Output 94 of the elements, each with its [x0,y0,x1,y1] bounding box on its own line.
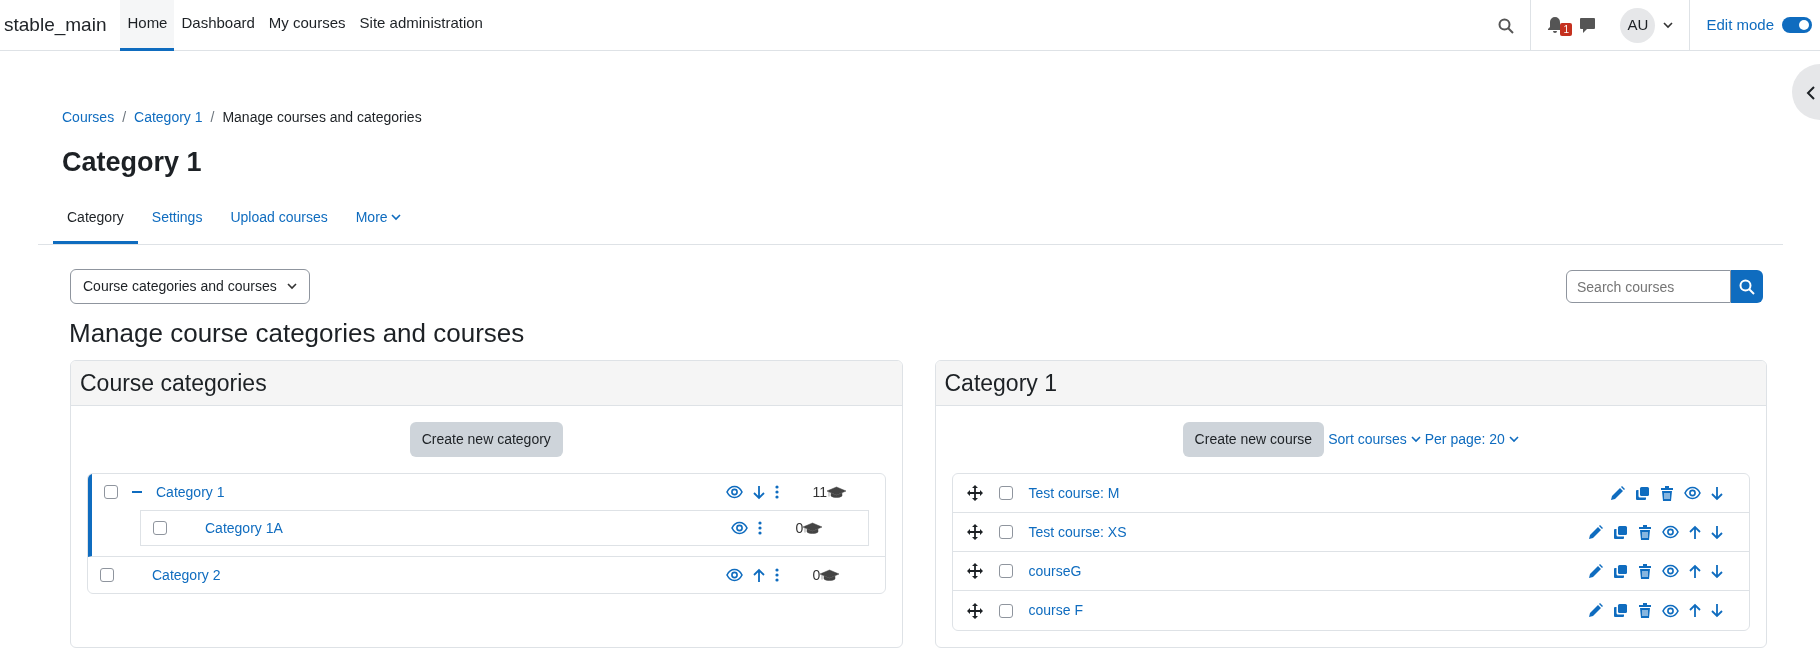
kebab-menu-icon[interactable] [774,568,779,583]
search-field[interactable]: Search courses [1566,270,1731,304]
site-name[interactable]: stable_main [0,10,121,40]
chat-icon[interactable] [1579,16,1597,34]
checkbox[interactable] [104,485,118,500]
category-link[interactable]: Category 1A [205,517,283,539]
nav-link[interactable]: Dashboard [174,0,262,51]
drawer-toggle-button[interactable] [1792,64,1820,120]
eye-icon[interactable] [1684,486,1701,501]
move-icon[interactable] [966,485,983,502]
trash-icon[interactable] [1638,563,1652,579]
graduation-cap-icon [803,521,823,535]
view-select[interactable]: Course categories and courses [70,269,310,305]
graduation-cap-icon [820,568,840,582]
nav-link[interactable]: Home [120,0,175,51]
section-heading: Manage course categories and courses [68,318,526,350]
course-count: 0 [795,518,804,538]
search-icon[interactable] [1739,278,1755,295]
caret-icon [1663,21,1674,29]
arrow-up-icon[interactable] [752,567,765,583]
edit-mode-label: Edit mode [1706,14,1774,35]
notification-count: 1 [1560,23,1572,36]
eye-icon[interactable] [1662,564,1679,579]
course-link[interactable]: Test course: XS [1028,521,1127,543]
eye-icon[interactable] [1662,603,1679,618]
course-link[interactable]: Test course: M [1028,482,1120,504]
pencil-icon[interactable] [1588,524,1603,540]
trash-icon[interactable] [1638,524,1652,540]
caret-icon [1508,436,1519,444]
per-page-menu[interactable]: Per page: 20 [1424,429,1519,451]
caret-icon [1410,436,1421,444]
caret-icon [286,283,297,291]
search-button[interactable] [1731,270,1763,304]
edit-mode-toggle[interactable] [1782,17,1812,33]
breadcrumb-link[interactable]: Courses [62,107,115,128]
trash-icon[interactable] [1638,603,1652,619]
copy-icon[interactable] [1635,485,1650,501]
create-category-button[interactable]: Create new category [409,422,563,458]
pencil-icon[interactable] [1610,485,1625,501]
tab[interactable]: More [341,194,415,245]
panel-title: Category 1 [935,360,1766,407]
kebab-menu-icon[interactable] [757,521,762,536]
eye-icon[interactable] [1662,525,1679,540]
arrow-down-icon[interactable] [1711,563,1723,579]
panel-title: Course categories [71,360,902,407]
checkbox[interactable] [998,564,1013,579]
category-link[interactable]: Category 1 [156,481,225,503]
eye-icon[interactable] [730,521,748,536]
arrow-down-icon[interactable] [1711,524,1723,540]
category-link[interactable]: Category 2 [152,564,221,586]
caret-icon [390,214,401,222]
sort-courses-menu[interactable]: Sort courses [1328,429,1421,451]
tab[interactable]: Upload courses [216,194,342,245]
checkbox[interactable] [998,486,1013,501]
nav-link[interactable]: My courses [261,0,353,51]
eye-icon[interactable] [725,485,743,500]
tab[interactable]: Category [53,194,138,245]
course-count: 0 [812,565,821,585]
copy-icon[interactable] [1613,603,1628,619]
arrow-up-icon[interactable] [1689,563,1701,579]
arrow-up-icon[interactable] [1689,603,1701,619]
page-title: Category 1 [61,146,203,179]
create-course-button[interactable]: Create new course [1182,422,1325,458]
chevron-left-icon [1805,85,1815,100]
copy-icon[interactable] [1613,524,1628,540]
copy-icon[interactable] [1613,563,1628,579]
search-icon[interactable] [1498,17,1515,34]
user-avatar[interactable]: AU [1620,7,1656,43]
checkbox[interactable] [998,603,1013,618]
arrow-down-icon[interactable] [1711,485,1723,501]
move-icon[interactable] [966,602,983,619]
course-count: 11 [812,482,828,502]
arrow-down-icon[interactable] [752,484,765,500]
checkbox[interactable] [998,525,1013,540]
trash-icon[interactable] [1660,485,1674,501]
breadcrumb-separator: / [122,108,127,127]
checkbox[interactable] [153,521,167,536]
course-link[interactable]: courseG [1028,560,1082,582]
checkbox[interactable] [100,568,114,583]
pencil-icon[interactable] [1588,563,1603,579]
course-link[interactable]: course F [1028,600,1083,622]
move-icon[interactable] [966,524,983,541]
breadcrumb-current: Manage courses and categories [222,108,422,127]
graduation-cap-icon [827,485,847,499]
tab[interactable]: Settings [137,194,217,245]
arrow-up-icon[interactable] [1689,524,1701,540]
arrow-down-icon[interactable] [1711,603,1723,619]
kebab-menu-icon[interactable] [774,485,779,500]
breadcrumb-link[interactable]: Category 1 [134,107,203,128]
breadcrumb-separator: / [210,108,215,127]
nav-link[interactable]: Site administration [352,0,490,51]
eye-icon[interactable] [725,568,743,583]
pencil-icon[interactable] [1588,603,1603,619]
move-icon[interactable] [966,563,983,580]
